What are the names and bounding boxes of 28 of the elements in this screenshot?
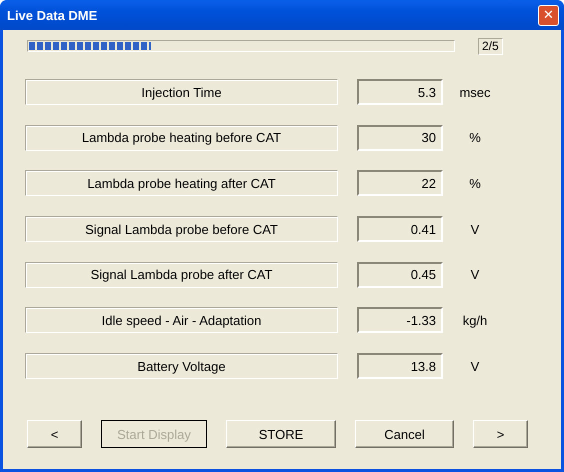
unit-label: msec (458, 84, 492, 100)
close-button[interactable]: ✕ (538, 4, 559, 26)
value-field: 0.41 (357, 216, 443, 242)
previous-button[interactable]: < (27, 420, 82, 448)
parameter-label: Signal Lambda probe before CAT (25, 216, 338, 242)
unit-label: V (470, 358, 480, 374)
parameter-label: Lambda probe heating after CAT (25, 170, 338, 196)
value-field: 0.45 (357, 262, 443, 288)
next-button[interactable]: > (473, 420, 528, 448)
value-field: 22 (357, 170, 443, 196)
unit-label: V (470, 267, 480, 282)
parameter-label: Injection Time (25, 79, 338, 105)
store-button[interactable]: STORE (226, 420, 336, 448)
parameter-label: Signal Lambda probe after CAT (25, 262, 338, 288)
unit-label: % (468, 130, 482, 146)
unit-label: % (468, 176, 482, 191)
page-counter: 2/5 (478, 38, 503, 54)
unit-label: V (470, 222, 480, 237)
parameter-label: Idle speed - Air - Adaptation (25, 307, 338, 334)
window-title: Live Data DME (7, 8, 98, 22)
cancel-button[interactable]: Cancel (355, 420, 454, 448)
value-field: -1.33 (357, 307, 443, 334)
parameter-label: Battery Voltage (25, 353, 338, 380)
value-field: 30 (357, 124, 443, 151)
value-field: 5.3 (357, 79, 443, 105)
parameter-label: Lambda probe heating before CAT (25, 124, 338, 151)
unit-label: kg/h (462, 312, 488, 328)
value-field: 13.8 (357, 353, 443, 380)
